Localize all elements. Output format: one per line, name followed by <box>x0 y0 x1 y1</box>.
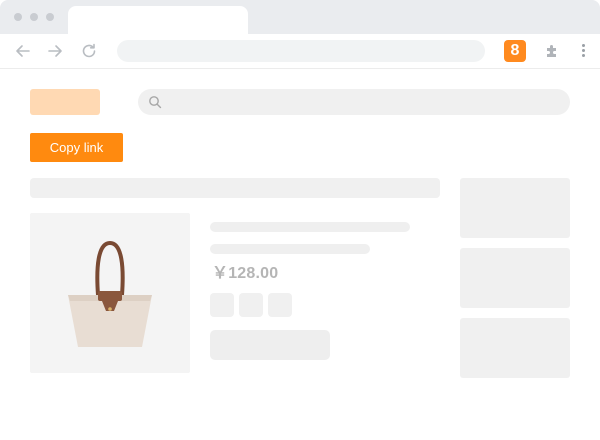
more-menu-icon[interactable] <box>576 43 590 59</box>
title-bar <box>0 0 600 34</box>
tote-bag-image <box>68 240 152 347</box>
forward-arrow-icon[interactable] <box>46 42 64 60</box>
browser-window: 8 Copy link ￥128.00 <box>0 0 600 440</box>
puzzle-extension-icon[interactable] <box>543 42 561 60</box>
extension-badge-icon[interactable]: 8 <box>504 40 526 62</box>
variant-option[interactable] <box>268 293 292 317</box>
buy-button-placeholder[interactable] <box>210 330 330 360</box>
minimize-window-dot[interactable] <box>30 13 38 21</box>
product-image[interactable] <box>30 213 190 373</box>
back-arrow-icon[interactable] <box>14 42 32 60</box>
close-window-dot[interactable] <box>14 13 22 21</box>
active-tab[interactable] <box>68 6 248 34</box>
search-input[interactable] <box>138 89 570 115</box>
product-subtitle-placeholder <box>210 244 370 254</box>
sidebar-card[interactable] <box>460 248 570 308</box>
variant-option[interactable] <box>210 293 234 317</box>
site-logo[interactable] <box>30 89 100 115</box>
sidebar-card[interactable] <box>460 318 570 378</box>
browser-toolbar: 8 <box>0 34 600 69</box>
sidebar-card[interactable] <box>460 178 570 238</box>
variant-option[interactable] <box>239 293 263 317</box>
reload-icon[interactable] <box>80 42 98 60</box>
maximize-window-dot[interactable] <box>46 13 54 21</box>
search-icon <box>148 95 162 109</box>
copy-link-button[interactable]: Copy link <box>30 133 123 162</box>
product-title-placeholder <box>210 222 410 232</box>
breadcrumb-placeholder <box>30 178 440 198</box>
product-price: ￥128.00 <box>212 265 279 282</box>
address-bar[interactable] <box>117 40 485 62</box>
